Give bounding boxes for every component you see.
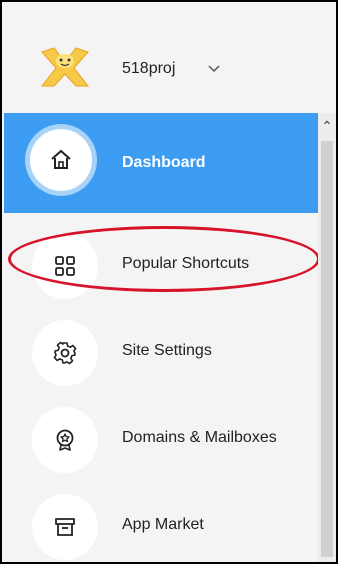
grid-icon bbox=[55, 256, 75, 276]
store-icon bbox=[55, 518, 75, 536]
sidebar-item-dashboard[interactable]: Dashboard bbox=[4, 113, 318, 213]
nav-icon-circle bbox=[32, 407, 98, 473]
caret-up-icon[interactable]: ⌃ bbox=[318, 113, 336, 139]
nav-icon-circle bbox=[32, 494, 98, 560]
site-name: 518proj bbox=[122, 60, 176, 77]
sidebar-item-label: Site Settings bbox=[122, 342, 212, 359]
nav-icon-circle bbox=[32, 233, 98, 299]
sidebar-item-label: Popular Shortcuts bbox=[122, 255, 250, 272]
scrollbar[interactable]: ⌃ bbox=[318, 113, 336, 562]
sidebar-panel: 518proj Dashboard Popular Shortcuts Site… bbox=[4, 4, 320, 561]
sidebar-item-label: Dashboard bbox=[122, 154, 206, 171]
wix-star-logo-icon bbox=[40, 47, 90, 87]
sidebar-item-site-settings[interactable]: Site Settings bbox=[4, 300, 318, 387]
sidebar-item-domains-mailboxes[interactable]: Domains & Mailboxes bbox=[4, 387, 318, 474]
sidebar-frame: 518proj Dashboard Popular Shortcuts Site… bbox=[0, 0, 338, 564]
site-switcher[interactable]: 518proj bbox=[4, 4, 318, 113]
sidebar-item-label: Domains & Mailboxes bbox=[122, 429, 277, 446]
nav-icon-circle bbox=[32, 320, 98, 386]
chevron-down-icon[interactable] bbox=[206, 60, 222, 76]
nav-icon-circle bbox=[30, 129, 92, 191]
home-icon bbox=[51, 149, 71, 169]
scrollbar-thumb[interactable] bbox=[321, 141, 333, 557]
badge-icon bbox=[56, 429, 74, 451]
gear-icon bbox=[53, 341, 77, 365]
sidebar-nav: Dashboard Popular Shortcuts Site Setting… bbox=[4, 113, 318, 561]
sidebar-item-label: App Market bbox=[122, 516, 204, 533]
sidebar-item-app-market[interactable]: App Market bbox=[4, 474, 318, 561]
sidebar-item-popular-shortcuts[interactable]: Popular Shortcuts bbox=[4, 213, 318, 300]
